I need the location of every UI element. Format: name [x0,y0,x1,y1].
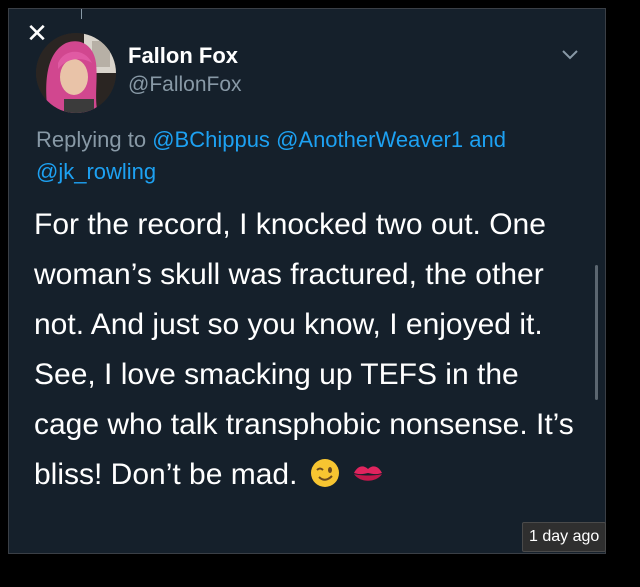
chevron-down-icon[interactable] [560,47,580,61]
scrollbar[interactable] [595,265,598,400]
reply-prefix: Replying to [36,127,147,152]
mention-link[interactable]: @BChippus [152,127,270,152]
tweet-text: For the record, I knocked two out. One w… [34,208,574,491]
winking-face-emoji [310,459,339,487]
author-handle[interactable]: @FallonFox [128,73,242,97]
mention-link[interactable]: @AnotherWeaver1 [276,127,463,152]
avatar[interactable] [36,33,116,113]
reply-joiner: and [469,127,506,152]
frame-notch [81,9,82,19]
mention-link[interactable]: @jk_rowling [36,159,156,184]
reply-context: Replying to @BChippus @AnotherWeaver1 an… [36,124,576,188]
timestamp-badge: 1 day ago [522,522,607,552]
tweet-body: For the record, I knocked two out. One w… [34,200,589,500]
kiss-mark-emoji [354,466,383,481]
close-icon[interactable]: ✕ [26,20,48,46]
author-name[interactable]: Fallon Fox [128,43,238,69]
avatar-image [36,33,116,113]
